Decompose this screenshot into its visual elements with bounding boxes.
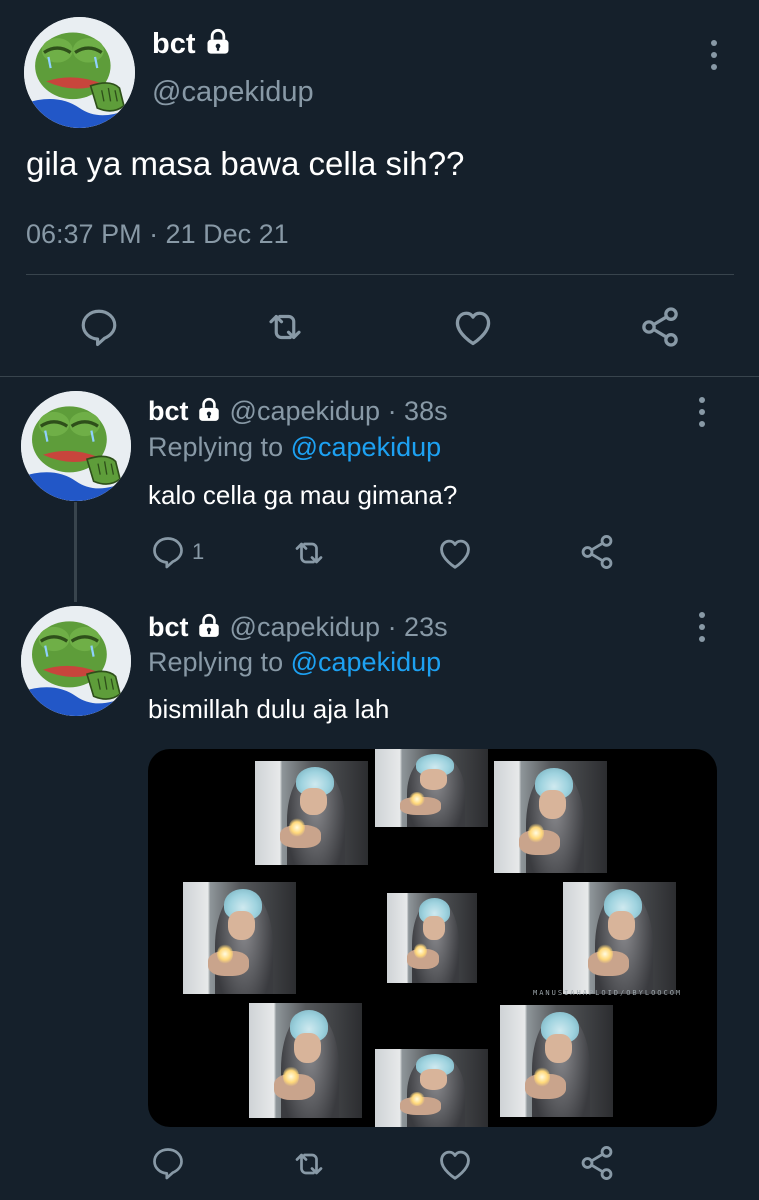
lock-icon [196,613,222,639]
reply-icon [150,534,186,570]
replying-to-label: Replying to [148,647,284,677]
media-watermark: MANUSIAHAPLOID/OBYLOOCOM [533,989,683,997]
retweet-icon [290,535,328,571]
media-photo [563,882,676,994]
handle[interactable]: @capekidup [230,612,381,642]
more-icon[interactable] [697,397,707,427]
tweet-text: bismillah dulu aja lah [148,694,390,724]
retweet-button[interactable] [263,306,307,348]
like-button[interactable] [436,534,474,572]
avatar[interactable] [24,17,135,128]
like-icon [436,534,474,572]
reply-header: bct @capekidup · 38s [148,396,448,427]
media-photo [255,761,368,865]
share-icon [578,1144,616,1182]
avatar[interactable] [21,391,131,501]
share-button[interactable] [578,1144,616,1182]
lock-icon [196,397,222,423]
display-name[interactable]: bct [148,396,189,426]
reply-button[interactable] [78,306,120,348]
tweet-text: gila ya masa bawa cella sih?? [26,145,465,182]
reply-header: bct @capekidup · 23s [148,612,448,643]
avatar[interactable] [21,606,131,716]
media-photo [249,1003,362,1118]
reply-count: 1 [192,539,205,564]
tweet-media[interactable]: MANUSIAHAPLOID/OBYLOOCOM [148,749,717,1127]
replying-to-link[interactable]: @capekidup [291,432,442,462]
tweet-text: kalo cella ga mau gimana? [148,480,458,510]
replying-to-link[interactable]: @capekidup [291,647,442,677]
section-divider [0,376,759,377]
more-icon[interactable] [709,40,719,70]
media-photo [494,761,607,873]
reply-button[interactable] [150,1145,186,1181]
like-button[interactable] [436,1145,474,1183]
relative-time: · 23s [387,612,448,642]
retweet-button[interactable] [290,1146,328,1182]
lock-icon [204,28,232,56]
relative-time: · 38s [387,396,448,426]
like-icon [451,305,495,349]
reply-icon [78,306,120,348]
share-button[interactable] [578,533,616,571]
timestamp[interactable]: 06:37 PM · 21 Dec 21 [26,219,289,250]
retweet-icon [263,306,307,348]
media-photo [500,1005,613,1117]
reply-button[interactable]: 1 [150,534,204,570]
like-icon [436,1145,474,1183]
thread-line [74,502,77,602]
display-name[interactable]: bct [148,612,189,642]
media-photo [375,749,488,827]
handle[interactable]: @capekidup [152,76,314,109]
handle[interactable]: @capekidup [230,396,381,426]
share-button[interactable] [638,305,682,349]
share-icon [638,305,682,349]
replying-to-label: Replying to [148,432,284,462]
media-photo [387,893,477,983]
divider [26,274,734,275]
display-name-row: bct [152,28,232,61]
retweet-icon [290,1146,328,1182]
replying-to: Replying to @capekidup [148,647,441,678]
like-button[interactable] [451,305,495,349]
media-photo [183,882,296,994]
replying-to: Replying to @capekidup [148,432,441,463]
reply-icon [150,1145,186,1181]
display-name[interactable]: bct [152,28,196,60]
retweet-button[interactable] [290,535,328,571]
more-icon[interactable] [697,612,707,642]
share-icon [578,533,616,571]
media-photo [375,1049,488,1127]
